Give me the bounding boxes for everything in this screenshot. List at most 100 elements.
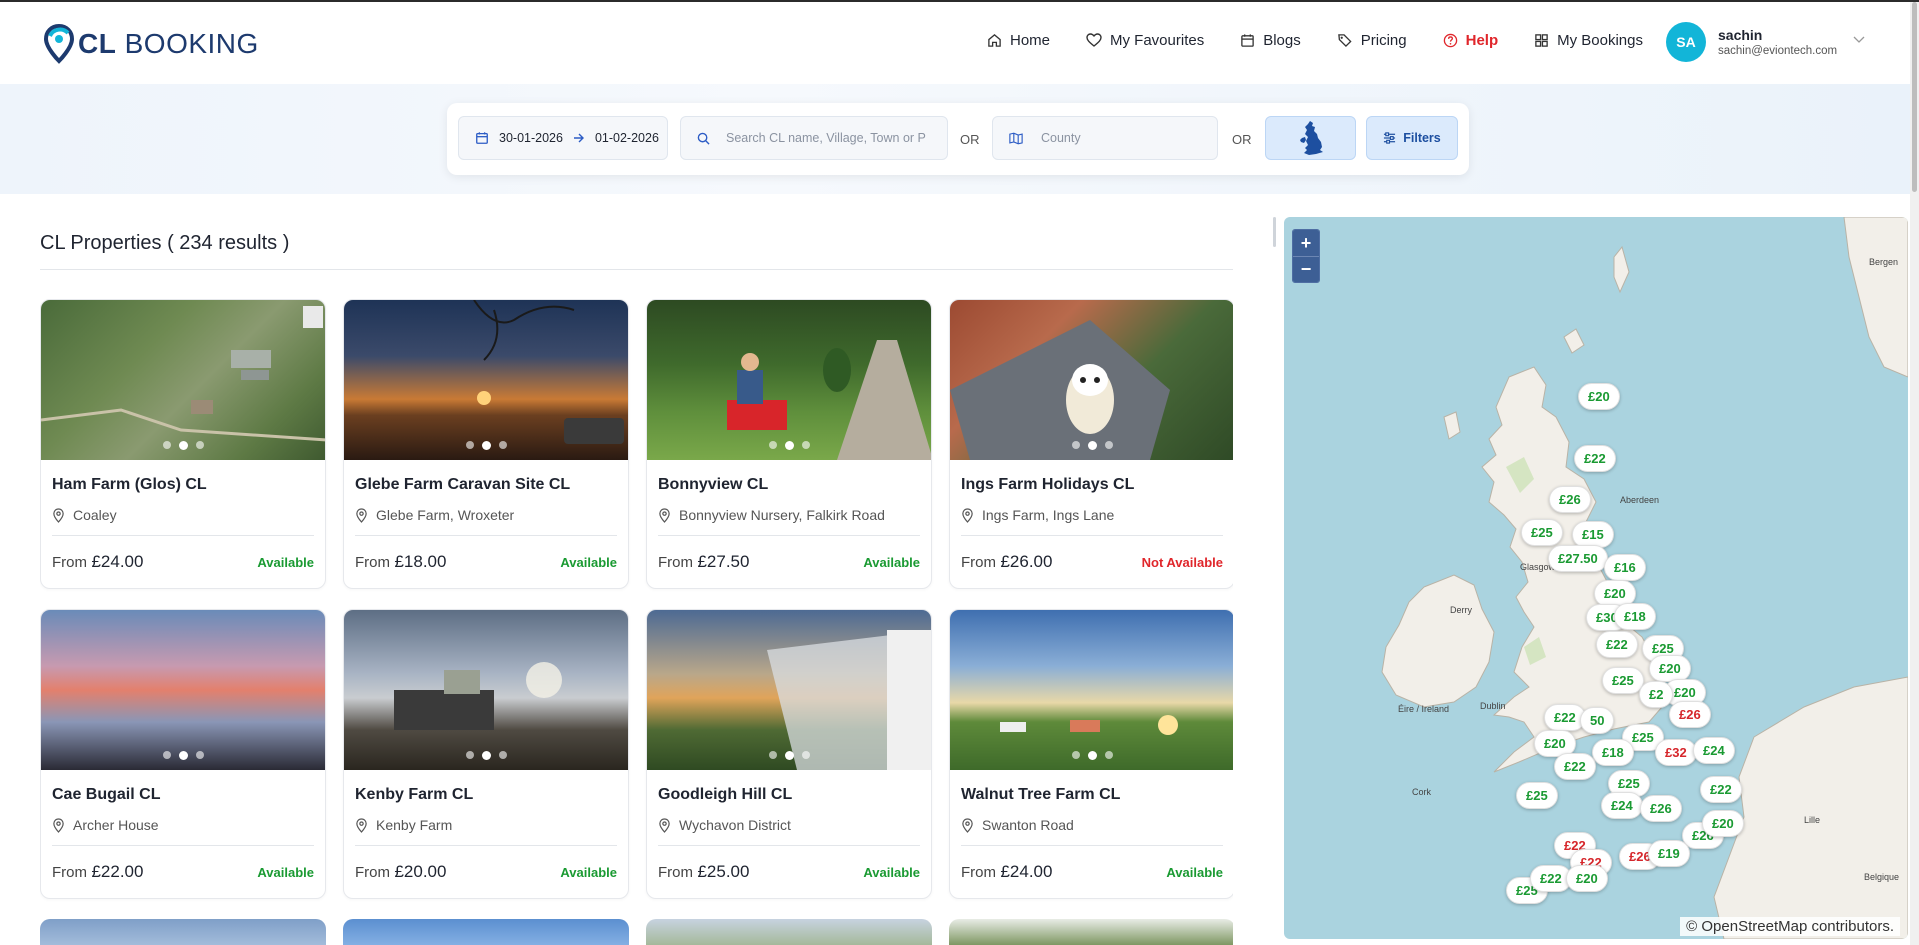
property-card[interactable]: Walnut Tree Farm CL Swanton Road From £2… xyxy=(949,609,1233,899)
property-image[interactable] xyxy=(647,610,931,770)
property-title[interactable]: Ham Farm (Glos) CL xyxy=(52,476,314,494)
carousel-dots[interactable] xyxy=(950,751,1233,760)
property-title[interactable]: Goodleigh Hill CL xyxy=(658,786,920,804)
price-marker[interactable]: £16 xyxy=(1604,554,1646,581)
property-title[interactable]: Ings Farm Holidays CL xyxy=(961,476,1223,494)
user-menu[interactable]: SA sachin sachin@eviontech.com xyxy=(1666,22,1865,62)
property-card[interactable]: Cae Bugail CL Archer House From £22.00 A… xyxy=(40,609,326,899)
carousel-dots[interactable] xyxy=(41,751,325,760)
nav-my-favourites[interactable]: My Favourites xyxy=(1086,32,1204,49)
carousel-dots[interactable] xyxy=(344,441,628,450)
nav-blogs[interactable]: Blogs xyxy=(1240,32,1301,49)
price-prefix: From xyxy=(961,864,996,881)
property-card[interactable]: Kenby Farm CL Kenby Farm From £20.00 Ava… xyxy=(343,609,629,899)
price-marker[interactable]: £26 xyxy=(1549,486,1591,513)
price-marker[interactable]: £24 xyxy=(1601,792,1643,819)
location-pin-icon xyxy=(659,507,670,523)
availability-status: Available xyxy=(560,555,617,570)
carousel-dots[interactable] xyxy=(41,441,325,450)
price-marker[interactable]: £20 xyxy=(1566,865,1608,892)
property-card-partial[interactable] xyxy=(646,919,932,945)
price-marker[interactable]: £24 xyxy=(1693,737,1735,764)
price-marker[interactable]: £20 xyxy=(1702,810,1744,837)
property-image[interactable] xyxy=(41,300,325,460)
nav-help-label: Help xyxy=(1465,32,1499,49)
search-input[interactable]: Search CL name, Village, Town or P xyxy=(680,116,948,160)
property-map[interactable]: Bergen Glasgow Aberdeen Dublin Éire / Ir… xyxy=(1284,217,1908,939)
price: £24.00 xyxy=(91,552,144,571)
property-card[interactable]: Glebe Farm Caravan Site CL Glebe Farm, W… xyxy=(343,299,629,589)
price-prefix: From xyxy=(961,554,996,571)
zoom-out-button[interactable]: − xyxy=(1293,256,1319,282)
carousel-dots[interactable] xyxy=(950,441,1233,450)
property-card[interactable]: Ings Farm Holidays CL Ings Farm, Ings La… xyxy=(949,299,1233,589)
price-marker[interactable]: £19 xyxy=(1648,840,1690,867)
price-marker[interactable]: £26 xyxy=(1669,701,1711,728)
nav-home[interactable]: Home xyxy=(987,32,1050,49)
price-marker[interactable]: £25 xyxy=(1602,667,1644,694)
property-location: Archer House xyxy=(52,817,314,833)
nav-pricing[interactable]: Pricing xyxy=(1337,32,1407,49)
property-title[interactable]: Kenby Farm CL xyxy=(355,786,617,804)
avatar[interactable]: SA xyxy=(1666,22,1706,62)
uk-map-button[interactable] xyxy=(1265,116,1356,160)
availability-status: Available xyxy=(257,865,314,880)
zoom-in-button[interactable]: + xyxy=(1293,230,1319,256)
header: CL BOOKING Home My Favourites Blogs Pric… xyxy=(0,2,1919,84)
property-image[interactable] xyxy=(41,610,325,770)
property-title[interactable]: Walnut Tree Farm CL xyxy=(961,786,1223,804)
price: £18.00 xyxy=(394,552,447,571)
property-title[interactable]: Glebe Farm Caravan Site CL xyxy=(355,476,617,494)
property-title[interactable]: Cae Bugail CL xyxy=(52,786,314,804)
property-card-partial[interactable] xyxy=(343,919,629,945)
county-select[interactable]: County xyxy=(992,116,1218,160)
property-card[interactable]: Ham Farm (Glos) CL Coaley From £24.00 Av… xyxy=(40,299,326,589)
price-marker[interactable]: 50 xyxy=(1580,707,1615,734)
price-marker[interactable]: £20 xyxy=(1578,383,1620,410)
price-marker[interactable]: £22 xyxy=(1574,445,1616,472)
price-marker[interactable]: £25 xyxy=(1516,782,1558,809)
price-marker[interactable]: £15 xyxy=(1572,521,1614,548)
property-location: Kenby Farm xyxy=(355,817,617,833)
nav-my-bookings[interactable]: My Bookings xyxy=(1534,32,1643,49)
price-marker[interactable]: £22 xyxy=(1554,753,1596,780)
logo[interactable]: CL BOOKING xyxy=(44,24,259,64)
price-marker[interactable]: £20 xyxy=(1649,655,1691,682)
location-pin-icon xyxy=(356,817,367,833)
property-card-partial[interactable] xyxy=(40,919,326,945)
price-prefix: From xyxy=(658,864,693,881)
property-image[interactable] xyxy=(344,610,628,770)
price-prefix: From xyxy=(355,554,390,571)
carousel-dots[interactable] xyxy=(647,751,931,760)
property-title[interactable]: Bonnyview CL xyxy=(658,476,920,494)
price-marker[interactable]: £27.50 xyxy=(1548,545,1608,572)
nav-help[interactable]: Help xyxy=(1443,32,1499,49)
carousel-dots[interactable] xyxy=(344,751,628,760)
property-image[interactable] xyxy=(647,300,931,460)
price-marker[interactable]: £2 xyxy=(1639,681,1674,708)
price-marker[interactable]: £25 xyxy=(1521,519,1563,546)
property-card[interactable]: Goodleigh Hill CL Wychavon District From… xyxy=(646,609,932,899)
county-placeholder: County xyxy=(1041,131,1081,145)
page-scrollbar[interactable] xyxy=(1910,2,1919,945)
price-marker[interactable]: £18 xyxy=(1614,603,1656,630)
property-image[interactable] xyxy=(950,610,1233,770)
date-range-picker[interactable]: 30-01-2026 01-02-2026 xyxy=(458,116,668,160)
price-marker[interactable]: £22 xyxy=(1596,631,1638,658)
price-marker[interactable]: £18 xyxy=(1592,739,1634,766)
price: £26.00 xyxy=(1000,552,1053,571)
grid-icon xyxy=(1535,34,1548,47)
chevron-down-icon[interactable] xyxy=(1853,36,1865,44)
property-card-partial[interactable] xyxy=(949,919,1233,945)
property-card[interactable]: Bonnyview CL Bonnyview Nursery, Falkirk … xyxy=(646,299,932,589)
property-image[interactable] xyxy=(950,300,1233,460)
carousel-dots[interactable] xyxy=(647,441,931,450)
search-icon xyxy=(697,132,710,145)
filters-button[interactable]: Filters xyxy=(1366,116,1458,160)
property-image[interactable] xyxy=(344,300,628,460)
price-marker[interactable]: £32 xyxy=(1655,739,1697,766)
map-attribution[interactable]: © OpenStreetMap contributors. xyxy=(1680,917,1900,936)
price-marker[interactable]: £26 xyxy=(1640,795,1682,822)
price-marker[interactable]: £22 xyxy=(1700,776,1742,803)
scroll-handle[interactable] xyxy=(1273,217,1276,247)
